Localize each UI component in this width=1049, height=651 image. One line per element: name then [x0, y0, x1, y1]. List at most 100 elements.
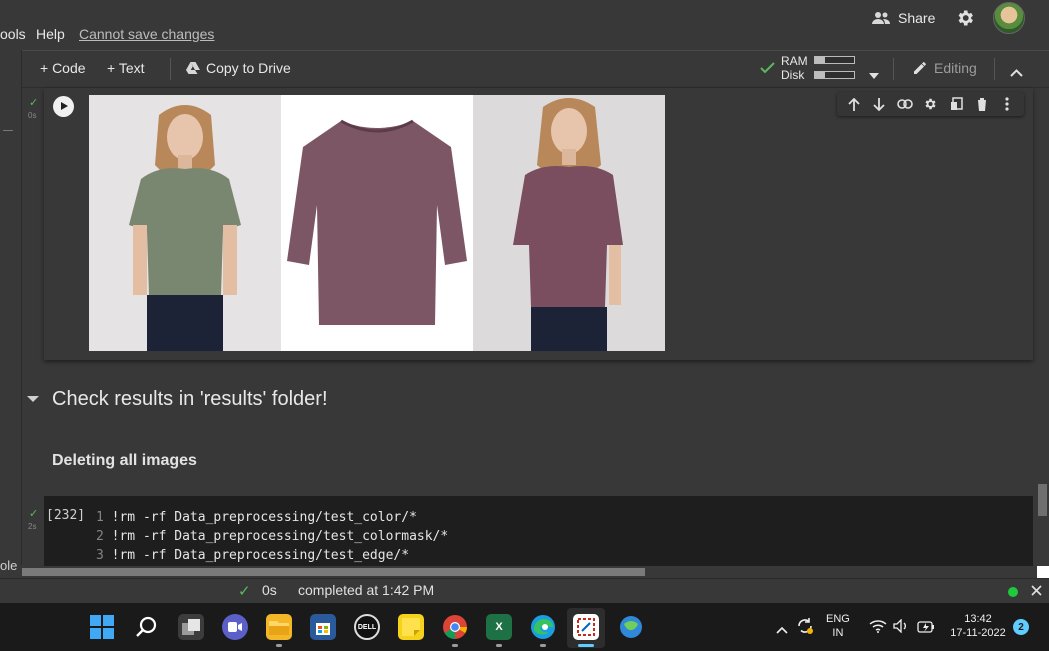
delete-cell-trash-icon[interactable] [974, 96, 990, 112]
windows-start-icon[interactable] [90, 615, 114, 644]
resources-dropdown-icon[interactable] [869, 66, 879, 84]
clock[interactable]: 13:42 17-11-2022 [946, 612, 1010, 640]
line-number: 2 [96, 529, 104, 544]
add-text-button[interactable]: + Text [107, 60, 145, 76]
section-heading: Check results in 'results' folder! [52, 388, 328, 410]
task-view-icon[interactable] [178, 614, 204, 640]
resource-monitor[interactable]: RAM Disk [781, 54, 808, 82]
menu-tools[interactable]: ools [0, 26, 26, 42]
teams-chat-icon[interactable] [222, 614, 248, 640]
volume-icon[interactable] [893, 618, 909, 638]
model-photo-tryon-result [473, 95, 665, 351]
language-indicator[interactable]: ENG IN [826, 612, 850, 640]
toolbar-divider [994, 58, 995, 80]
running-indicator [276, 644, 282, 647]
chrome-browser-icon[interactable] [442, 614, 468, 640]
copy-to-drive-button[interactable]: Copy to Drive [186, 60, 291, 76]
code-line: 1 !rm -rf Data_preprocessing/test_color/… [96, 508, 696, 527]
file-explorer-icon[interactable] [266, 614, 292, 640]
section-collapse-caret-icon[interactable] [27, 396, 39, 402]
sticky-notes-icon[interactable] [398, 614, 424, 640]
scrollbar-corner [1037, 566, 1049, 578]
horizontal-scrollbar-thumb[interactable] [22, 568, 645, 576]
add-code-button[interactable]: + Code [40, 60, 86, 76]
excel-icon[interactable]: X [486, 614, 512, 640]
sidebar-console-label[interactable]: ole [0, 558, 17, 573]
model-photo-original [89, 95, 281, 351]
cannot-save-link[interactable]: Cannot save changes [79, 26, 214, 42]
people-icon [872, 12, 890, 24]
ram-usage-bar [814, 56, 855, 64]
mirror-cell-icon[interactable] [948, 96, 964, 112]
toolbar-divider [170, 58, 171, 80]
link-icon[interactable] [897, 96, 913, 112]
snipping-tool-icon[interactable] [573, 614, 599, 640]
dell-app-icon[interactable]: DELL [354, 614, 380, 640]
settings-gear-icon[interactable] [955, 8, 975, 33]
microsoft-store-icon[interactable] [310, 614, 336, 640]
status-duration: 0s [262, 582, 277, 598]
connected-check-icon [760, 61, 775, 79]
section-subheading: Deleting all images [52, 452, 197, 469]
share-button[interactable]: Share [871, 10, 935, 26]
cell-success-check-icon: ✓ [29, 97, 39, 109]
code-line: 3 !rm -rf Data_preprocessing/test_edge/* [96, 546, 696, 565]
execution-count: [232] [46, 508, 86, 523]
running-indicator [452, 644, 458, 647]
editing-label: Editing [934, 60, 977, 76]
running-indicator [540, 644, 546, 647]
connection-status-dot [1008, 587, 1018, 597]
line-number: 1 [96, 510, 104, 525]
left-sidebar [0, 50, 22, 565]
move-cell-down-icon[interactable] [871, 96, 887, 112]
disk-label: Disk [781, 68, 805, 82]
toolbar-divider [893, 58, 894, 80]
move-cell-up-icon[interactable] [846, 96, 862, 112]
code-editor[interactable]: 1 !rm -rf Data_preprocessing/test_color/… [96, 508, 696, 565]
code-text: !rm -rf Data_preprocessing/test_edge/* [111, 548, 410, 563]
status-check-icon: ✓ [238, 583, 251, 600]
cell-toolbar [837, 92, 1024, 116]
tray-overflow-chevron-icon[interactable] [776, 621, 788, 639]
region-code: IN [832, 627, 844, 639]
code-cell-success-check-icon: ✓ [29, 508, 39, 520]
status-completed: completed at 1:42 PM [298, 582, 435, 598]
copy-to-drive-label: Copy to Drive [206, 60, 291, 76]
line-number: 3 [96, 548, 104, 563]
more-options-kebab-icon[interactable] [999, 96, 1015, 112]
code-text: !rm -rf Data_preprocessing/test_color/* [111, 510, 417, 525]
cell-exec-time: 0s [28, 111, 37, 120]
collapse-header-chevron-up-icon[interactable] [1010, 64, 1023, 82]
drive-icon [186, 62, 200, 74]
clock-date: 17-11-2022 [950, 627, 1006, 639]
sync-icon[interactable] [796, 617, 814, 640]
running-indicator [496, 644, 502, 647]
garment-photo [281, 95, 473, 351]
disk-usage-bar [814, 71, 855, 79]
notification-badge[interactable]: 2 [1013, 619, 1029, 635]
edge-browser-icon[interactable] [530, 614, 556, 640]
code-line: 2 !rm -rf Data_preprocessing/test_colorm… [96, 527, 696, 546]
battery-icon[interactable] [917, 620, 935, 638]
editing-mode-button[interactable]: Editing [912, 60, 977, 76]
menu-help[interactable]: Help [36, 26, 65, 42]
cell-settings-gear-icon[interactable] [922, 96, 938, 112]
clock-time: 13:42 [964, 613, 992, 625]
run-cell-button[interactable] [53, 96, 74, 117]
user-avatar[interactable] [993, 2, 1025, 34]
sidebar-divider [3, 130, 13, 131]
ram-label: RAM [781, 54, 808, 68]
status-bar [0, 578, 1049, 603]
notebook-toolbar [22, 50, 1049, 88]
code-text: !rm -rf Data_preprocessing/test_colormas… [111, 529, 449, 544]
pencil-icon [914, 62, 926, 74]
vertical-scrollbar-thumb[interactable] [1038, 484, 1047, 516]
wifi-icon[interactable] [869, 619, 887, 638]
weather-app-icon[interactable] [618, 614, 644, 640]
share-label: Share [898, 10, 936, 26]
taskbar-search-icon[interactable] [135, 615, 159, 644]
code-cell-exec-time: 2s [28, 522, 37, 531]
language-code: ENG [826, 613, 850, 625]
status-close-icon[interactable] [1031, 583, 1042, 601]
active-indicator [578, 644, 594, 647]
